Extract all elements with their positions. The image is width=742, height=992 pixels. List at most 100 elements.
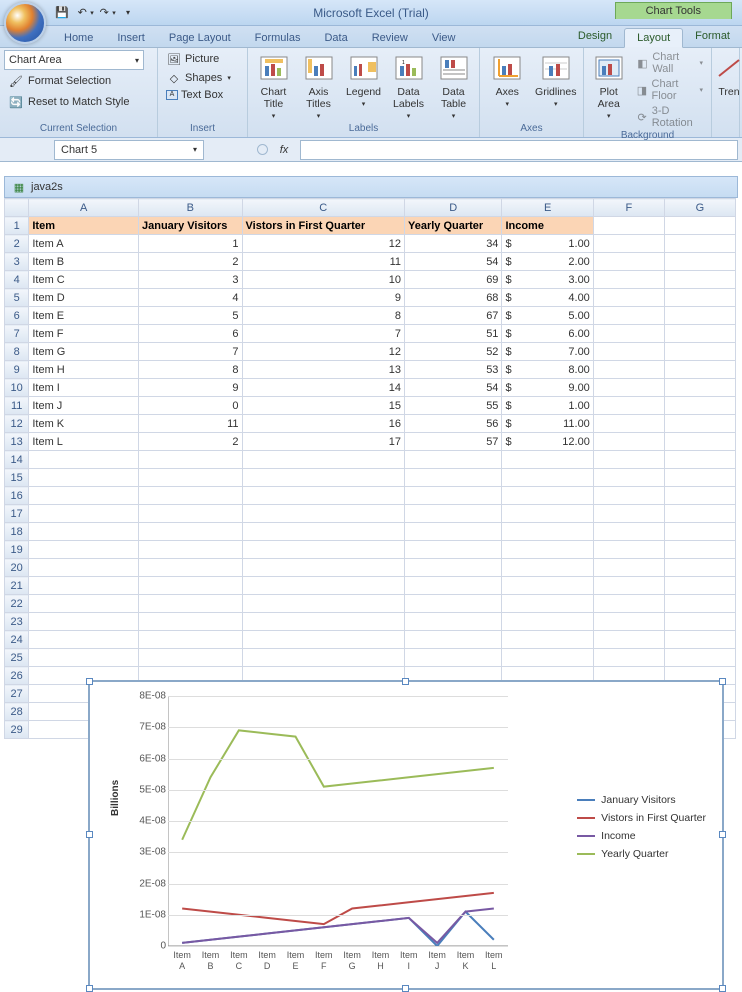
tab-view[interactable]: View — [420, 29, 468, 47]
row-header[interactable]: 8 — [5, 343, 29, 361]
cell[interactable] — [593, 271, 664, 289]
cell[interactable] — [29, 595, 139, 613]
cell[interactable]: $8.00 — [502, 361, 593, 379]
cell[interactable] — [664, 487, 735, 505]
row-header[interactable]: 6 — [5, 307, 29, 325]
legend-item[interactable]: Vistors in First Quarter — [577, 812, 706, 824]
textbox-button[interactable]: AText Box — [162, 88, 235, 102]
cell[interactable] — [139, 523, 243, 541]
cell[interactable] — [593, 451, 664, 469]
cell[interactable] — [242, 523, 404, 541]
cell[interactable] — [664, 613, 735, 631]
cell[interactable]: 9 — [242, 289, 404, 307]
plot-area-button[interactable]: Plot Area▾ — [588, 50, 629, 122]
row-header[interactable]: 12 — [5, 415, 29, 433]
cell[interactable] — [664, 397, 735, 415]
cell[interactable]: 3 — [139, 271, 243, 289]
cell[interactable]: $1.00 — [502, 397, 593, 415]
row-header[interactable]: 7 — [5, 325, 29, 343]
cell[interactable] — [29, 631, 139, 649]
name-box[interactable]: Chart 5▾ — [54, 140, 204, 160]
row-header[interactable]: 9 — [5, 361, 29, 379]
cell[interactable]: 15 — [242, 397, 404, 415]
cell[interactable]: 68 — [404, 289, 501, 307]
cell[interactable] — [593, 649, 664, 667]
col-header-B[interactable]: B — [139, 199, 243, 217]
cell[interactable] — [404, 451, 501, 469]
cell[interactable] — [29, 649, 139, 667]
cell[interactable] — [404, 649, 501, 667]
cell[interactable]: $2.00 — [502, 253, 593, 271]
tab-layout[interactable]: Layout — [624, 28, 683, 48]
cell[interactable] — [242, 613, 404, 631]
cell[interactable]: 17 — [242, 433, 404, 451]
cell[interactable] — [29, 469, 139, 487]
cell[interactable] — [664, 595, 735, 613]
row-header[interactable]: 21 — [5, 577, 29, 595]
cell[interactable]: 51 — [404, 325, 501, 343]
cell[interactable]: 16 — [242, 415, 404, 433]
col-header-F[interactable]: F — [593, 199, 664, 217]
cell[interactable]: 2 — [139, 433, 243, 451]
axis-titles-button[interactable]: Axis Titles▾ — [297, 50, 340, 122]
cell[interactable] — [29, 451, 139, 469]
cell[interactable]: Item F — [29, 325, 139, 343]
cell[interactable]: $4.00 — [502, 289, 593, 307]
cell[interactable]: 9 — [139, 379, 243, 397]
cell[interactable] — [29, 541, 139, 559]
row-header[interactable]: 4 — [5, 271, 29, 289]
header-cell[interactable]: Item — [29, 217, 139, 235]
cell[interactable] — [593, 505, 664, 523]
cell[interactable] — [664, 577, 735, 595]
row-header[interactable]: 25 — [5, 649, 29, 667]
series-line[interactable] — [182, 730, 494, 839]
shapes-button[interactable]: ◇Shapes▾ — [162, 69, 235, 87]
cell[interactable]: 1 — [139, 235, 243, 253]
row-header[interactable]: 14 — [5, 451, 29, 469]
legend-item[interactable]: January Visitors — [577, 794, 706, 806]
cell[interactable] — [664, 379, 735, 397]
row-header[interactable]: 29 — [5, 721, 29, 739]
cell[interactable]: 13 — [242, 361, 404, 379]
tab-data[interactable]: Data — [312, 29, 359, 47]
cell[interactable] — [29, 559, 139, 577]
cell[interactable] — [502, 649, 593, 667]
cell[interactable] — [664, 541, 735, 559]
cell[interactable] — [593, 235, 664, 253]
cell[interactable] — [502, 613, 593, 631]
col-header-G[interactable]: G — [664, 199, 735, 217]
cell[interactable] — [139, 595, 243, 613]
row-header[interactable]: 19 — [5, 541, 29, 559]
cell[interactable] — [139, 559, 243, 577]
row-header[interactable]: 28 — [5, 703, 29, 721]
trendline-button[interactable]: Tren — [716, 50, 742, 100]
save-button[interactable]: 💾 — [52, 3, 72, 23]
cell[interactable] — [664, 325, 735, 343]
qat-customize[interactable]: ▾ — [118, 3, 138, 23]
cell[interactable] — [242, 577, 404, 595]
cell[interactable] — [664, 649, 735, 667]
cell[interactable] — [593, 415, 664, 433]
cell[interactable] — [593, 541, 664, 559]
cell[interactable]: 12 — [242, 343, 404, 361]
gridlines-button[interactable]: Gridlines▾ — [533, 50, 580, 110]
data-labels-button[interactable]: 1Data Labels▾ — [387, 50, 430, 122]
cell[interactable] — [664, 235, 735, 253]
col-header-E[interactable]: E — [502, 199, 593, 217]
cell[interactable]: 55 — [404, 397, 501, 415]
row-header[interactable]: 27 — [5, 685, 29, 703]
cell[interactable] — [664, 631, 735, 649]
cell[interactable] — [242, 559, 404, 577]
cell[interactable] — [29, 613, 139, 631]
cell[interactable]: 7 — [139, 343, 243, 361]
cell[interactable] — [242, 505, 404, 523]
cell[interactable]: 54 — [404, 253, 501, 271]
tab-format[interactable]: Format — [683, 27, 742, 47]
row-header[interactable]: 13 — [5, 433, 29, 451]
reset-match-style-button[interactable]: 🔄Reset to Match Style — [4, 92, 153, 112]
worksheet-grid[interactable]: ABCDEFG 1ItemJanuary VisitorsVistors in … — [4, 198, 738, 739]
cell[interactable] — [404, 487, 501, 505]
cell[interactable] — [664, 469, 735, 487]
cell[interactable] — [593, 433, 664, 451]
cell[interactable] — [242, 451, 404, 469]
